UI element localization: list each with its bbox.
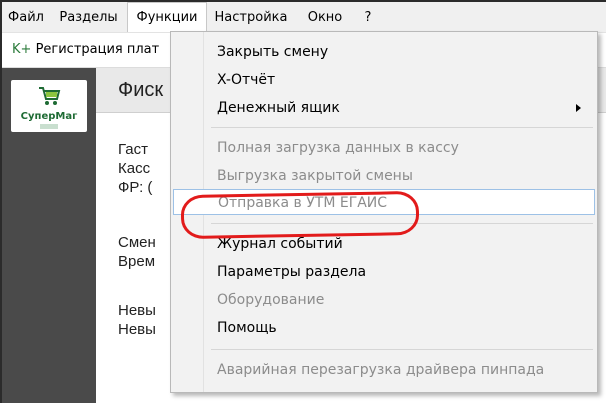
menu-item-x-report[interactable]: X-Отчёт bbox=[173, 67, 595, 93]
menu-item-label: X-Отчёт bbox=[217, 72, 276, 88]
menu-bar: Файл Разделы Функции Настройка Окно ? bbox=[2, 2, 606, 33]
info-line-1: Гаст bbox=[118, 141, 148, 158]
menu-item-cash-drawer[interactable]: Денежный ящик bbox=[173, 95, 595, 121]
tab-payment-registration[interactable]: K+ Регистрация плат bbox=[12, 42, 159, 57]
menu-item-full-upload: Полная загрузка данных в кассу bbox=[173, 135, 595, 161]
menu-settings[interactable]: Настройка bbox=[207, 2, 295, 32]
red-highlight-oval bbox=[180, 190, 420, 240]
menu-sections[interactable]: Разделы bbox=[50, 2, 127, 32]
supermag-logo: СуперМаг bbox=[11, 80, 87, 132]
info-line-4: Смен bbox=[118, 234, 156, 251]
menu-functions[interactable]: Функции bbox=[127, 2, 207, 32]
menu-item-label: Параметры раздела bbox=[217, 264, 367, 280]
info-line-7: Невы bbox=[118, 321, 156, 338]
menu-item-close-shift[interactable]: Закрыть смену bbox=[173, 39, 595, 65]
menu-item-section-params[interactable]: Параметры раздела bbox=[173, 259, 595, 285]
info-line-2: Касс bbox=[118, 160, 151, 177]
submenu-arrow-icon bbox=[576, 104, 581, 112]
sidebar: СуперМаг bbox=[2, 68, 96, 403]
menu-item-pinpad-reset: Аварийная перезагрузка драйвера пинпада bbox=[173, 357, 595, 383]
menu-window[interactable]: Окно bbox=[295, 2, 355, 32]
page-title: Фиск bbox=[118, 79, 164, 101]
menu-item-label: Аварийная перезагрузка драйвера пинпада bbox=[217, 362, 545, 378]
menu-file[interactable]: Файл bbox=[2, 2, 50, 32]
menu-item-label: Помощь bbox=[217, 320, 277, 336]
menu-item-label: Денежный ящик bbox=[217, 100, 340, 116]
menu-item-label: Выгрузка закрытой смены bbox=[217, 168, 413, 184]
menu-separator bbox=[211, 349, 593, 350]
logo-badge bbox=[40, 124, 58, 129]
menu-item-equipment: Оборудование bbox=[173, 287, 595, 313]
menu-item-label: Закрыть смену bbox=[217, 44, 329, 60]
kplus-icon: K+ bbox=[12, 42, 32, 57]
shopping-cart-icon bbox=[39, 87, 61, 105]
menu-help[interactable]: ? bbox=[355, 2, 381, 32]
menu-item-label: Полная загрузка данных в кассу bbox=[217, 140, 459, 156]
menu-item-label: Оборудование bbox=[217, 292, 325, 308]
info-line-3: ФР: ( bbox=[118, 179, 153, 196]
menu-item-help[interactable]: Помощь bbox=[173, 315, 595, 341]
menu-item-label: Журнал событий bbox=[217, 236, 343, 252]
menu-separator bbox=[211, 127, 593, 128]
info-line-6: Невы bbox=[118, 302, 156, 319]
info-line-5: Врем bbox=[118, 253, 156, 270]
menu-item-export-closed-shift: Выгрузка закрытой смены bbox=[173, 163, 595, 189]
tab-label: Регистрация плат bbox=[35, 42, 160, 57]
logo-text: СуперМаг bbox=[20, 111, 78, 122]
